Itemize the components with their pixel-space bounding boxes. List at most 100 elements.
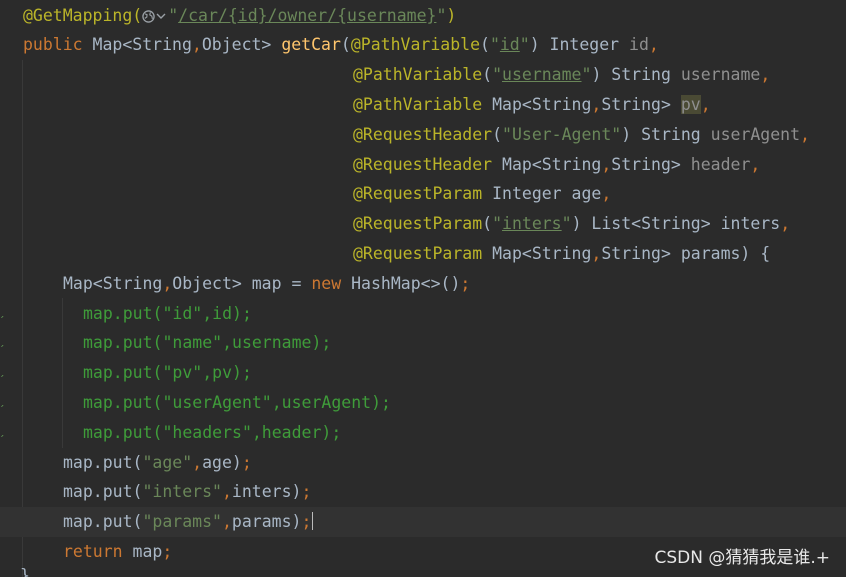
code-token: map.put("id",id); bbox=[83, 303, 252, 323]
code-token: String> bbox=[601, 94, 681, 114]
code-line[interactable]: map.put("inters",inters); bbox=[0, 477, 846, 507]
code-token: ( bbox=[340, 35, 351, 55]
code-line[interactable]: Map<String,Object> map = new HashMap<>()… bbox=[0, 269, 846, 299]
code-token: Map<String bbox=[63, 273, 163, 293]
change-marker-icon: ˏ bbox=[0, 364, 6, 378]
code-line[interactable]: public Map<String,Object> getCar(@PathVa… bbox=[0, 30, 846, 60]
code-token: , bbox=[162, 273, 173, 293]
code-line[interactable]: ˏ map.put("userAgent",userAgent); bbox=[0, 388, 846, 418]
code-text: @RequestParam Integer age, bbox=[353, 179, 611, 209]
code-token: Integer age bbox=[492, 184, 602, 204]
code-token: " bbox=[581, 65, 592, 85]
code-token: ( bbox=[482, 214, 493, 234]
code-token: Map<String bbox=[492, 243, 592, 263]
code-token: params) bbox=[231, 512, 302, 532]
code-text: @PathVariable Map<String,String> pv, bbox=[353, 90, 711, 120]
code-token: @RequestParam bbox=[353, 184, 493, 204]
code-line[interactable]: ˏ map.put("headers",header); bbox=[0, 418, 846, 448]
csdn-watermark: CSDN @猜猜我是谁.+ bbox=[654, 548, 830, 568]
code-text: Map<String,Object> map = new HashMap<>()… bbox=[63, 269, 470, 299]
globe-icon[interactable] bbox=[142, 9, 155, 23]
code-text: map.put("age",age); bbox=[63, 448, 252, 478]
code-token: ( bbox=[492, 124, 503, 144]
code-token: , bbox=[221, 512, 232, 532]
code-line[interactable]: ˏ map.put("name",username); bbox=[0, 328, 846, 358]
code-token: ) Integer bbox=[529, 35, 630, 55]
code-token: ) String bbox=[621, 124, 711, 144]
code-line[interactable]: @RequestHeader("User-Agent") String user… bbox=[0, 120, 846, 150]
code-token: " bbox=[561, 214, 572, 234]
text-cursor bbox=[312, 512, 314, 531]
code-text: map.put("headers",header); bbox=[83, 418, 341, 448]
code-token: , bbox=[191, 35, 202, 55]
code-token: map.put("headers",header); bbox=[83, 422, 342, 442]
code-token: map.put( bbox=[63, 512, 143, 532]
code-token: age) bbox=[202, 452, 242, 472]
code-token: " bbox=[436, 5, 447, 25]
code-text: map.put("params",params); bbox=[63, 507, 314, 537]
code-token: ( bbox=[480, 35, 490, 55]
code-editor[interactable]: @GetMapping("/car/{id}/owner/{username}"… bbox=[0, 0, 846, 577]
code-line[interactable]: map.put("params",params); bbox=[0, 507, 846, 537]
code-token: , bbox=[192, 452, 203, 472]
code-token: String> params) { bbox=[601, 243, 771, 263]
code-token: , bbox=[700, 94, 711, 114]
code-text: map.put("pv",pv); bbox=[83, 358, 252, 388]
code-token: @RequestParam bbox=[353, 214, 483, 234]
code-token: , bbox=[800, 124, 810, 144]
code-token: id bbox=[629, 35, 649, 55]
code-text: @RequestParam("inters") List<String> int… bbox=[353, 209, 790, 239]
code-token: @RequestParam bbox=[353, 243, 493, 263]
code-token: ) String bbox=[591, 65, 681, 85]
code-line[interactable]: @GetMapping("/car/{id}/owner/{username}"… bbox=[0, 1, 846, 31]
code-token: "User-Agent" bbox=[502, 124, 622, 144]
code-text: map.put("name",username); bbox=[83, 328, 331, 358]
change-marker-icon: ˏ bbox=[0, 334, 6, 348]
code-token: map.put( bbox=[63, 482, 143, 502]
code-token: , bbox=[601, 154, 612, 174]
code-token: " bbox=[489, 35, 500, 55]
code-text: public Map<String,Object> getCar(@PathVa… bbox=[23, 30, 659, 60]
code-text: @RequestHeader Map<String,String> header… bbox=[353, 150, 760, 180]
code-token: , bbox=[780, 214, 791, 234]
code-token: @PathVariable bbox=[353, 94, 493, 114]
code-token: map.put("pv",pv); bbox=[83, 363, 252, 383]
code-line[interactable]: @RequestParam Integer age, bbox=[0, 179, 846, 209]
code-token: pv bbox=[680, 94, 701, 114]
code-token: getCar bbox=[281, 35, 341, 55]
code-token: return bbox=[63, 541, 133, 561]
code-token: " bbox=[492, 65, 503, 85]
code-token: map bbox=[132, 541, 163, 561]
code-token: ; bbox=[162, 541, 173, 561]
code-line[interactable]: @RequestParam("inters") List<String> int… bbox=[0, 209, 846, 239]
code-text: @RequestParam Map<String,String> params)… bbox=[353, 239, 770, 269]
code-line[interactable]: @RequestHeader Map<String,String> header… bbox=[0, 150, 846, 180]
code-line[interactable]: @PathVariable Map<String,String> pv, bbox=[0, 90, 846, 120]
code-text: @GetMapping("/car/{id}/owner/{username}"… bbox=[23, 1, 456, 31]
code-token: @RequestHeader bbox=[353, 124, 493, 144]
code-token: userAgent bbox=[710, 124, 801, 144]
code-line[interactable]: map.put("age",age); bbox=[0, 448, 846, 478]
code-token: ; bbox=[460, 273, 471, 293]
code-token: map.put("userAgent",userAgent); bbox=[83, 392, 391, 412]
code-text: map.put("id",id); bbox=[83, 299, 252, 329]
code-token: "params" bbox=[142, 512, 222, 532]
code-token: "inters" bbox=[142, 482, 222, 502]
code-token: " bbox=[492, 214, 503, 234]
code-token: Map<String bbox=[492, 94, 592, 114]
code-token: inters bbox=[502, 214, 562, 234]
code-token: String> bbox=[611, 154, 691, 174]
code-token: Map<String bbox=[502, 154, 602, 174]
change-marker-icon: ˏ bbox=[0, 423, 6, 437]
code-token: @RequestHeader bbox=[353, 154, 503, 174]
chevron-down-icon[interactable] bbox=[156, 12, 166, 20]
code-token: Object> bbox=[201, 35, 282, 55]
code-token: , bbox=[601, 184, 612, 204]
code-token: ; bbox=[301, 482, 312, 502]
code-line[interactable]: ˏ map.put("id",id); bbox=[0, 299, 846, 329]
code-token: ) List<String> inters bbox=[571, 214, 781, 234]
code-line[interactable]: @RequestParam Map<String,String> params)… bbox=[0, 239, 846, 269]
code-line[interactable]: ˏ map.put("pv",pv); bbox=[0, 358, 846, 388]
code-line[interactable]: @PathVariable("username") String usernam… bbox=[0, 60, 846, 90]
code-token: @PathVariable bbox=[350, 35, 480, 55]
